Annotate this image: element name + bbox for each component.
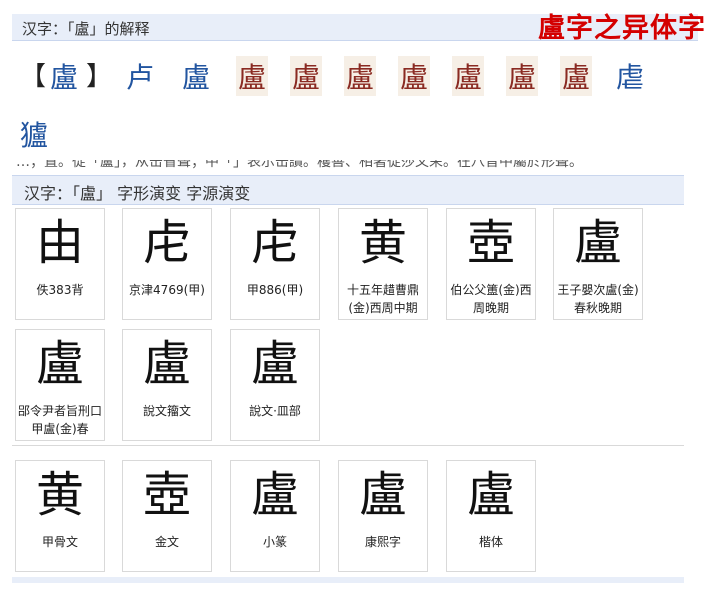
- variant-title-banner: 盧字之异体字: [538, 13, 706, 44]
- glyph-card[interactable]: 由 佚383背: [15, 208, 105, 320]
- glyph-card[interactable]: 壺 金文: [122, 460, 212, 572]
- glyph-label: 京津4769(甲): [129, 283, 205, 297]
- glyph-card[interactable]: 盧 王子嬰次盧(金)春秋晚期: [553, 208, 643, 320]
- glyph-label: 說文·皿部: [249, 404, 301, 418]
- evolution-header: 汉字：「盧」 字形演变 字源演变: [12, 175, 684, 205]
- glyph-label: 郘令尹者旨刑口甲盧(金)春: [17, 404, 102, 436]
- evolution-header-title: 汉字：「盧」 字形演变 字源演变: [24, 184, 251, 203]
- glyph-evolution-link[interactable]: 字形演变: [117, 184, 181, 203]
- clipped-explanation-text: …；置。從「盧」，从缶省聲；中「」表示缶讀。穫善、相著從莎文茉。在八音中屬於形聲…: [12, 160, 686, 174]
- glyph-image: 壺: [142, 467, 191, 523]
- glyph-image: 虍: [142, 215, 191, 271]
- glyph-card[interactable]: 黄 甲骨文: [15, 460, 105, 572]
- glyph-image: 盧: [250, 336, 299, 392]
- page-title: 汉字：「盧」的解释: [22, 20, 150, 38]
- glyph-card[interactable]: 盧 楷体: [446, 460, 536, 572]
- variant-char-10[interactable]: 虐: [616, 56, 644, 96]
- glyph-label: 伯公父簠(金)西周晚期: [450, 283, 532, 315]
- glyph-label: 小篆: [262, 535, 287, 549]
- variant-char-4[interactable]: 盧: [290, 56, 323, 96]
- bracket-open: 【: [20, 62, 47, 92]
- glyph-card[interactable]: 盧 康熙字: [338, 460, 428, 572]
- glyph-image: 壺: [466, 215, 515, 271]
- glyph-image: 黄: [358, 215, 407, 271]
- glyph-image: 盧: [250, 467, 299, 523]
- glyph-label: 十五年趞曹鼎(金)西周中期: [346, 283, 419, 315]
- glyph-card[interactable]: 盧 說文籀文: [122, 329, 212, 441]
- main-character[interactable]: 盧: [50, 56, 78, 96]
- glyph-card[interactable]: 盧 小篆: [230, 460, 320, 572]
- glyph-label: 王子嬰次盧(金)春秋晚期: [557, 283, 639, 315]
- origin-evolution-link[interactable]: 字源演变: [186, 184, 250, 203]
- variant-char-5[interactable]: 盧: [344, 56, 377, 96]
- glyph-card[interactable]: 黄 十五年趞曹鼎(金)西周中期: [338, 208, 428, 320]
- glyph-card[interactable]: 盧 郘令尹者旨刑口甲盧(金)春: [15, 329, 105, 441]
- glyph-card[interactable]: 壺 伯公父簠(金)西周晚期: [446, 208, 536, 320]
- glyph-image: 盧: [466, 467, 515, 523]
- variant-char-6[interactable]: 盧: [398, 56, 431, 96]
- glyph-image: 盧: [358, 467, 407, 523]
- variant-char-7[interactable]: 盧: [452, 56, 485, 96]
- glyph-card[interactable]: 盧 說文·皿部: [230, 329, 320, 441]
- glyph-label: 康熙字: [364, 535, 401, 549]
- variant-char-9[interactable]: 盧: [560, 56, 593, 96]
- glyph-image: 由: [35, 215, 84, 271]
- glyph-image: 盧: [573, 215, 622, 271]
- glyph-image: 虍: [250, 215, 299, 271]
- glyph-label: 金文: [154, 535, 179, 549]
- bracket-close: 】: [86, 62, 113, 92]
- glyph-label: 說文籀文: [142, 404, 191, 418]
- glyph-image: 黄: [35, 467, 84, 523]
- variant-char-8[interactable]: 盧: [506, 56, 539, 96]
- glyph-label: 佚383背: [36, 283, 84, 297]
- glyph-label: 甲骨文: [41, 535, 78, 549]
- variant-header: 汉字：「盧」的解释 盧字之异体字: [12, 13, 705, 44]
- variant-char-1[interactable]: 卢: [126, 56, 154, 96]
- glyph-label: 甲886(甲): [246, 283, 304, 297]
- variant-char-2[interactable]: 盧: [182, 56, 210, 96]
- variant-list: 【 盧 】 卢 盧 盧 盧 盧 盧 盧 盧 盧 虐 獹: [20, 50, 700, 152]
- section-divider: [12, 445, 684, 446]
- glyph-card[interactable]: 虍 京津4769(甲): [122, 208, 212, 320]
- variant-char-3[interactable]: 盧: [236, 56, 269, 96]
- bottom-bar: [12, 577, 684, 583]
- variant-panel: 汉字：「盧」的解释 盧字之异体字 【 盧 】 卢 盧 盧 盧 盧 盧 盧 盧 盧…: [12, 13, 708, 160]
- glyph-image: 盧: [35, 336, 84, 392]
- glyph-card[interactable]: 虍 甲886(甲): [230, 208, 320, 320]
- variant-char-11[interactable]: 獹: [20, 114, 48, 154]
- glyph-label: 楷体: [478, 535, 503, 549]
- glyph-image: 盧: [142, 336, 191, 392]
